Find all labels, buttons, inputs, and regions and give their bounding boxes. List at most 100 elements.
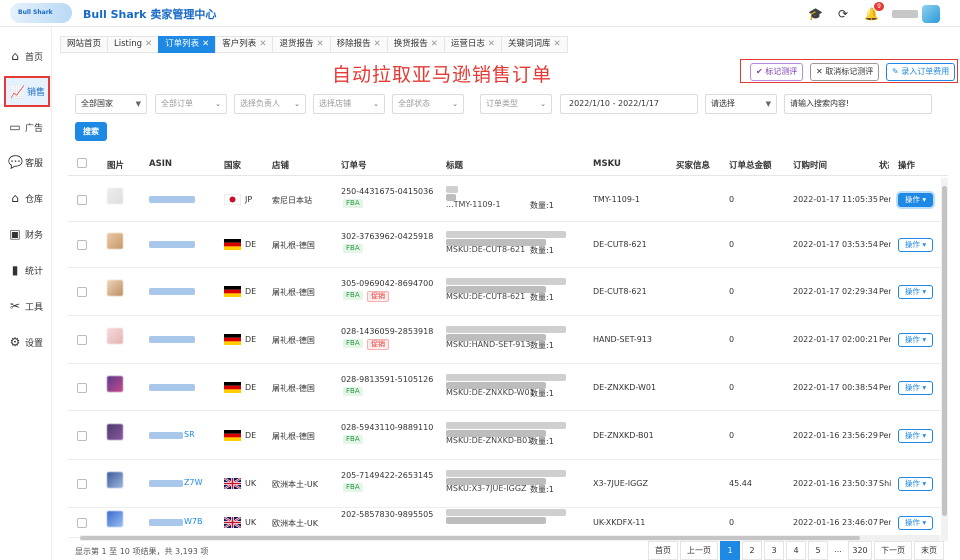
asin-link-blurred[interactable] (149, 384, 195, 391)
sidebar-item-sales[interactable]: 📈 销售 (4, 76, 50, 107)
unmark-review-button[interactable]: ✕ 取消标记测评 (810, 63, 880, 81)
order-number[interactable]: 302-3763962-0425918 (341, 232, 433, 241)
bell-icon[interactable]: 🔔 9 (864, 2, 884, 21)
product-image[interactable] (107, 328, 123, 344)
row-checkbox[interactable] (77, 335, 87, 345)
row-checkbox[interactable] (77, 383, 87, 393)
close-icon[interactable]: ✕ (145, 39, 152, 49)
scrollbar-thumb[interactable] (80, 536, 860, 540)
page-5-button[interactable]: 5 (808, 541, 828, 560)
product-image[interactable] (107, 280, 123, 296)
status-select[interactable]: 全部状态 ⌄ (392, 94, 464, 114)
product-image[interactable] (107, 233, 123, 249)
store-select[interactable]: 选择店铺 ⌄ (313, 94, 385, 114)
tab-return-report[interactable]: 退货报告 ✕ (272, 36, 330, 53)
row-checkbox[interactable] (77, 518, 87, 528)
tab-keyword-library[interactable]: 关键词词库 ✕ (501, 36, 568, 53)
order-number[interactable]: 250-4431675-0415036 (341, 187, 433, 196)
user-menu[interactable] (892, 5, 940, 23)
last-page-button[interactable]: 末页 (914, 541, 944, 560)
asin-link-blurred[interactable] (149, 241, 195, 248)
close-icon[interactable]: ✕ (431, 39, 438, 49)
tab-customer-list[interactable]: 客户列表 ✕ (215, 36, 273, 53)
row-action-button[interactable]: 操作 ▾ (898, 238, 933, 252)
sidebar-item-warehouse[interactable]: ⌂ 仓库 (4, 185, 50, 211)
close-icon[interactable]: ✕ (374, 39, 381, 49)
refresh-icon[interactable]: ⟳ (836, 7, 850, 21)
country-select[interactable]: 全部国家 ▼ (75, 94, 147, 114)
row-checkbox[interactable] (77, 287, 87, 297)
asin-link-blurred[interactable] (149, 519, 183, 526)
enter-order-fee-button[interactable]: ✎ 录入订单费用 (886, 63, 956, 81)
column-header[interactable]: 订购时间 (793, 159, 827, 171)
row-action-button[interactable]: 操作 ▾ (898, 477, 933, 491)
sidebar-item-stats[interactable]: ▮ 统计 (4, 257, 50, 283)
scrollbar-thumb[interactable] (942, 186, 947, 516)
sidebar-item-ads[interactable]: ▭ 广告 (4, 114, 50, 140)
product-image[interactable] (107, 188, 123, 204)
select-all-checkbox[interactable] (77, 158, 87, 168)
asin-link-blurred[interactable] (149, 196, 195, 203)
asin-link-blurred[interactable] (149, 432, 183, 439)
page-2-button[interactable]: 2 (742, 541, 762, 560)
row-checkbox[interactable] (77, 240, 87, 250)
first-page-button[interactable]: 首页 (648, 541, 678, 560)
row-checkbox[interactable] (77, 479, 87, 489)
column-header[interactable]: ASIN (149, 159, 172, 169)
order-type-select[interactable]: 订单类型 ⌄ (480, 94, 552, 114)
sidebar-item-tools[interactable]: ✂ 工具 (4, 293, 50, 319)
close-icon[interactable]: ✕ (202, 39, 209, 49)
close-icon[interactable]: ✕ (554, 39, 561, 49)
tab-listing[interactable]: Listing ✕ (107, 36, 159, 53)
asin-link-blurred[interactable] (149, 336, 195, 343)
close-icon[interactable]: ✕ (316, 39, 323, 49)
order-number[interactable]: 202-5857830-9895505 (341, 510, 433, 519)
order-number[interactable]: 305-0969042-8694700 (341, 279, 433, 288)
asin-suffix[interactable]: Z7W (184, 478, 202, 487)
order-number[interactable]: 205-7149422-2653145 (341, 471, 433, 480)
row-action-button[interactable]: 操作 ▾ (898, 193, 933, 207)
prev-page-button[interactable]: 上一页 (680, 541, 718, 560)
sidebar-item-service[interactable]: 💬 客服 (4, 149, 50, 175)
row-action-button[interactable]: 操作 ▾ (898, 333, 933, 347)
close-icon[interactable]: ✕ (259, 39, 266, 49)
tab-home[interactable]: 网站首页 (60, 36, 108, 53)
vertical-scrollbar[interactable] (941, 178, 948, 548)
date-range-input[interactable]: 2022/1/10 - 2022/1/17 (560, 94, 698, 114)
field-select[interactable]: 请选择 ▼ (705, 94, 777, 114)
product-image[interactable] (107, 511, 123, 527)
owner-select[interactable]: 选择负责人 ⌄ (234, 94, 306, 114)
page-1-button[interactable]: 1 (720, 541, 740, 560)
row-checkbox[interactable] (77, 195, 87, 205)
row-checkbox[interactable] (77, 431, 87, 441)
product-image[interactable] (107, 472, 123, 488)
row-action-button[interactable]: 操作 ▾ (898, 285, 933, 299)
asin-link-blurred[interactable] (149, 288, 195, 295)
order-number[interactable]: 028-5943110-9889110 (341, 423, 433, 432)
search-button[interactable]: 搜索 (75, 122, 107, 141)
product-image[interactable] (107, 424, 123, 440)
page-3-button[interactable]: 3 (764, 541, 784, 560)
tab-removal-report[interactable]: 移除报告 ✕ (329, 36, 387, 53)
sidebar-item-settings[interactable]: ⚙ 设置 (4, 329, 50, 355)
product-image[interactable] (107, 376, 123, 392)
sidebar-item-home[interactable]: ⌂ 首页 (4, 43, 50, 69)
mark-review-button[interactable]: ✔ 标记测评 (750, 63, 804, 81)
column-header[interactable]: 订单总金额 (729, 159, 772, 171)
row-action-button[interactable]: 操作 ▾ (898, 381, 933, 395)
page-last-number-button[interactable]: 320 (848, 541, 872, 560)
asin-link-blurred[interactable] (149, 480, 183, 487)
row-action-button[interactable]: 操作 ▾ (898, 516, 933, 530)
tab-order-list[interactable]: 订单列表 ✕ (158, 36, 216, 53)
order-number[interactable]: 028-1436059-2853918 (341, 327, 433, 336)
asin-suffix[interactable]: SR (184, 430, 195, 439)
asin-suffix[interactable]: W7B (184, 517, 203, 526)
graduation-cap-icon[interactable]: 🎓 (808, 7, 823, 21)
order-select[interactable]: 全部订单 ⌄ (155, 94, 227, 114)
sidebar-item-finance[interactable]: ▣ 财务 (4, 221, 50, 247)
order-number[interactable]: 028-9813591-5105126 (341, 375, 433, 384)
tab-operation-log[interactable]: 运营日志 ✕ (443, 36, 501, 53)
next-page-button[interactable]: 下一页 (874, 541, 912, 560)
tab-exchange-report[interactable]: 换货报告 ✕ (386, 36, 444, 53)
search-input[interactable]: 请输入搜索内容! (784, 94, 932, 114)
